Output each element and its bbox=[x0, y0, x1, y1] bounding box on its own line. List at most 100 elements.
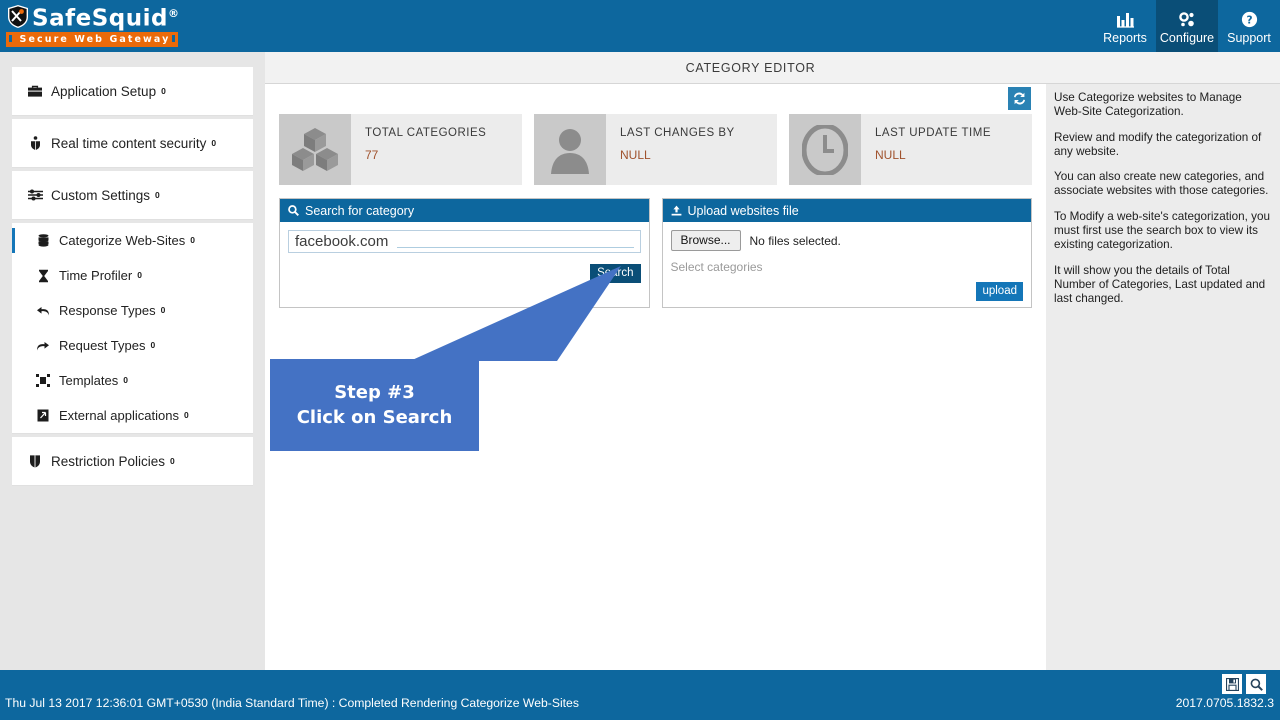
search-panel-header: Search for category bbox=[280, 199, 649, 222]
stat-title: LAST UPDATE TIME bbox=[875, 127, 991, 139]
shield-icon bbox=[8, 4, 28, 28]
callout-line-2: Click on Search bbox=[296, 407, 453, 428]
sidebar-item-time-profiler[interactable]: Time Profiler 0 bbox=[12, 258, 253, 293]
cubes-icon bbox=[279, 114, 351, 185]
nav-label-configure: Configure bbox=[1159, 31, 1215, 45]
hourglass-icon bbox=[34, 269, 52, 283]
sidebar-group-realtime: Real time content security 0 bbox=[12, 119, 253, 168]
sidebar-label: Custom Settings bbox=[51, 187, 151, 203]
upload-icon bbox=[671, 205, 682, 216]
upload-panel: Upload websites file Browse... No files … bbox=[661, 198, 1032, 308]
arrow-return-left-icon bbox=[34, 305, 52, 317]
sidebar-label: Templates bbox=[59, 373, 119, 388]
sidebar-item-real-time-content-security[interactable]: Real time content security 0 bbox=[12, 119, 253, 167]
nav-label-support: Support bbox=[1227, 31, 1271, 45]
callout-line-1: Step #3 bbox=[334, 382, 415, 403]
sidebar-badge: 0 bbox=[161, 85, 166, 96]
footer-icon-group bbox=[1222, 674, 1266, 694]
clock-icon bbox=[789, 114, 861, 185]
external-app-icon bbox=[34, 409, 52, 422]
shield-icon bbox=[26, 454, 44, 468]
search-button[interactable]: Search bbox=[590, 264, 641, 283]
sidebar-group-restriction: Restriction Policies 0 bbox=[12, 437, 253, 486]
sidebar-label: Restriction Policies bbox=[51, 453, 166, 469]
sidebar-item-templates[interactable]: Templates 0 bbox=[12, 363, 253, 398]
sidebar-label: Real time content security bbox=[51, 135, 207, 151]
refresh-row bbox=[265, 84, 1046, 114]
sidebar-badge: 0 bbox=[123, 375, 128, 386]
nav-item-reports[interactable]: Reports bbox=[1094, 0, 1156, 52]
page-titlebar: CATEGORY EDITOR bbox=[265, 52, 1280, 84]
sidebar-badge: 0 bbox=[160, 305, 166, 316]
templates-icon bbox=[34, 374, 52, 387]
sidebar-badge: 0 bbox=[170, 455, 175, 466]
stat-title: TOTAL CATEGORIES bbox=[365, 127, 487, 139]
search-panel-body: facebook.com Search bbox=[280, 222, 649, 307]
stat-value: NULL bbox=[620, 148, 651, 162]
sidebar-badge: 0 bbox=[137, 270, 142, 281]
database-icon bbox=[34, 233, 52, 248]
search-input-underline bbox=[397, 246, 634, 248]
stat-title: LAST CHANGES BY bbox=[620, 127, 735, 139]
stat-value: 77 bbox=[365, 148, 379, 162]
sidebar-item-categorize-web-sites[interactable]: Categorize Web-Sites 0 bbox=[12, 223, 253, 258]
nav-item-support[interactable]: ? Support bbox=[1218, 0, 1280, 52]
left-sidebar: Application Setup 0 Real time content se… bbox=[0, 52, 265, 720]
upload-button[interactable]: upload bbox=[976, 282, 1023, 301]
stat-body: LAST CHANGES BY NULL bbox=[606, 114, 777, 185]
sidebar-badge: 0 bbox=[155, 189, 160, 200]
help-paragraph: It will show you the details of Total Nu… bbox=[1054, 263, 1266, 306]
file-picker-row: Browse... No files selected. bbox=[670, 230, 1024, 251]
search-icon bbox=[288, 205, 299, 216]
chart-icon bbox=[1116, 10, 1135, 29]
search-panel: Search for category facebook.com Search bbox=[279, 198, 650, 308]
file-status-label: No files selected. bbox=[749, 233, 841, 248]
sidebar-item-application-setup[interactable]: Application Setup 0 bbox=[12, 67, 253, 115]
sidebar-group-custom-settings: Custom Settings 0 bbox=[12, 171, 253, 220]
help-paragraph: You can also create new categories, and … bbox=[1054, 170, 1269, 198]
sidebar-label: Response Types bbox=[59, 303, 156, 318]
top-nav: Reports Configure ? Support bbox=[1094, 0, 1280, 52]
logo-tagline: Secure Web Gateway bbox=[6, 32, 178, 47]
registered-mark: ® bbox=[167, 6, 180, 20]
stat-value: NULL bbox=[875, 148, 906, 162]
sidebar-item-restriction-policies[interactable]: Restriction Policies 0 bbox=[12, 437, 253, 485]
refresh-icon[interactable] bbox=[1008, 87, 1031, 110]
status-message: Thu Jul 13 2017 12:36:01 GMT+0530 (India… bbox=[5, 696, 579, 710]
sidebar-badge: 0 bbox=[183, 410, 189, 421]
sidebar-item-external-applications[interactable]: External applications 0 bbox=[12, 398, 253, 433]
logo-row: SafeSquid® bbox=[6, 2, 186, 30]
callout-box: Step #3 Click on Search bbox=[270, 359, 479, 451]
help-paragraph: Use Categorize websites to Manage Web-Si… bbox=[1054, 91, 1242, 119]
panels-row: Search for category facebook.com Search bbox=[265, 185, 1046, 308]
search-panel-title: Search for category bbox=[305, 203, 415, 218]
stats-row: TOTAL CATEGORIES 77 LAST CHANGES BY NULL bbox=[265, 114, 1046, 185]
sidebar-badge: 0 bbox=[150, 340, 156, 351]
browse-button[interactable]: Browse... bbox=[670, 230, 741, 251]
upload-panel-header: Upload websites file bbox=[662, 199, 1031, 222]
stat-card-last-changes-by: LAST CHANGES BY NULL bbox=[534, 114, 777, 185]
sidebar-group-application: Application Setup 0 bbox=[12, 67, 253, 116]
nav-item-configure[interactable]: Configure bbox=[1156, 0, 1218, 52]
sidebar-item-custom-settings[interactable]: Custom Settings 0 bbox=[12, 171, 253, 219]
sidebar-label: External applications bbox=[59, 408, 179, 423]
help-paragraph: Review and modify the categorization of … bbox=[1054, 130, 1262, 158]
help-paragraph: To Modify a web-site's categorization, y… bbox=[1054, 209, 1270, 252]
logo-text: SafeSquid® bbox=[32, 5, 180, 32]
shield-person-icon bbox=[26, 136, 44, 150]
sliders-icon bbox=[26, 189, 44, 201]
select-categories-input[interactable]: Select categories bbox=[671, 260, 1024, 274]
sidebar-item-request-types[interactable]: Request Types 0 bbox=[12, 328, 253, 363]
svg-text:?: ? bbox=[1246, 14, 1252, 26]
sidebar-badge: 0 bbox=[190, 235, 195, 246]
brand-logo[interactable]: SafeSquid® Secure Web Gateway bbox=[6, 2, 186, 50]
sidebar-label: Request Types bbox=[59, 338, 146, 353]
sidebar-label: Application Setup bbox=[51, 83, 157, 99]
search-input[interactable]: facebook.com bbox=[288, 230, 641, 253]
upload-panel-title: Upload websites file bbox=[687, 203, 799, 218]
search-input-value: facebook.com bbox=[295, 233, 389, 250]
sidebar-item-response-types[interactable]: Response Types 0 bbox=[12, 293, 253, 328]
stat-card-total-categories: TOTAL CATEGORIES 77 bbox=[279, 114, 522, 185]
search-icon[interactable] bbox=[1246, 674, 1266, 694]
save-icon[interactable] bbox=[1222, 674, 1242, 694]
